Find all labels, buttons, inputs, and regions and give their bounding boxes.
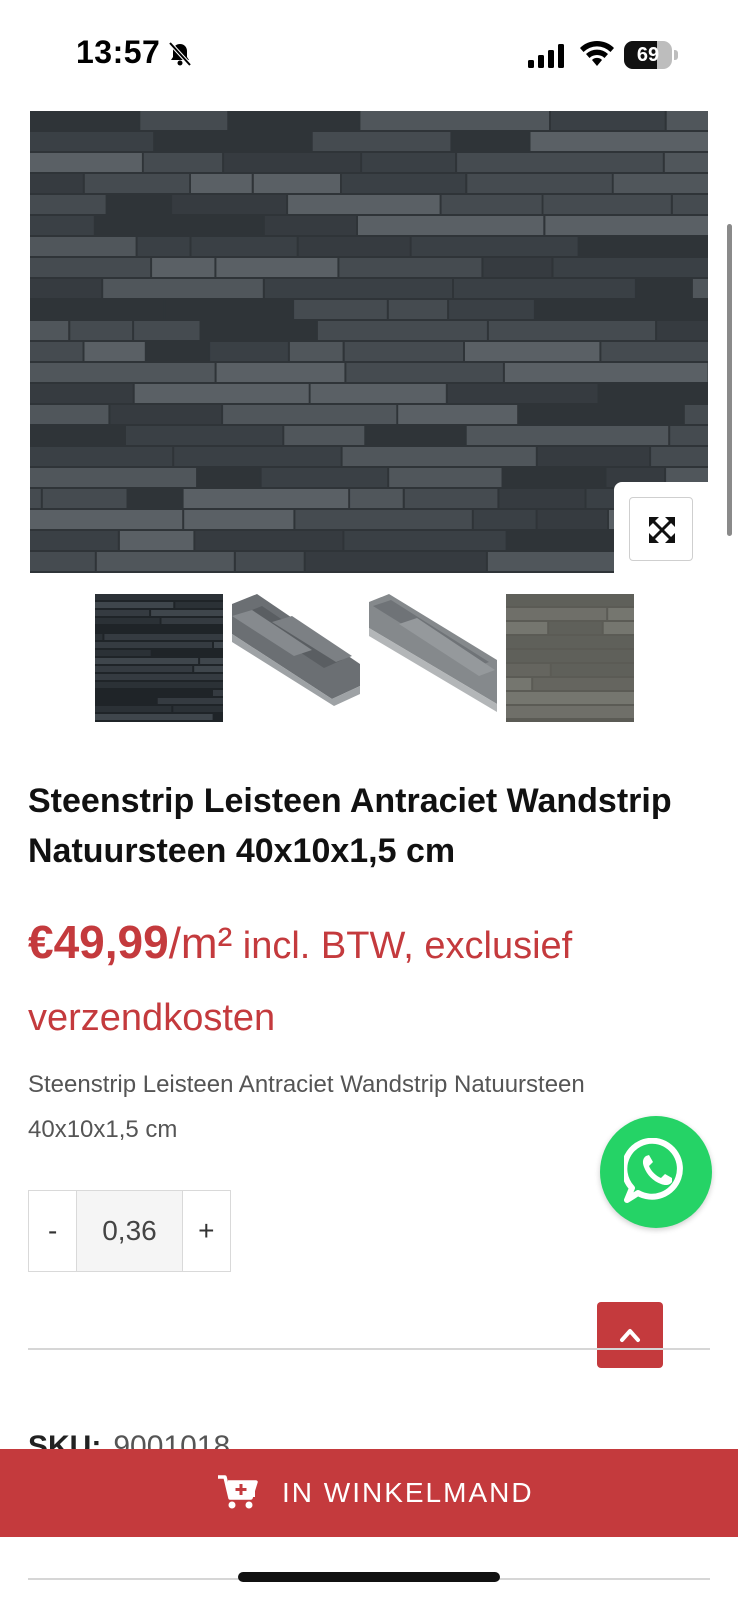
section-divider (28, 1348, 710, 1350)
chevron-up-icon (620, 1329, 640, 1342)
whatsapp-icon (624, 1138, 683, 1203)
price-amount: €49,99 (28, 916, 169, 968)
quantity-stepper: - 0,36 + (28, 1190, 231, 1272)
quantity-increase-button[interactable]: + (182, 1191, 230, 1271)
zoom-button[interactable] (629, 497, 693, 561)
page-scrollbar[interactable] (727, 224, 732, 536)
battery-icon: 69 (624, 41, 678, 69)
quantity-decrease-button[interactable]: - (29, 1191, 77, 1271)
product-price: €49,99/m² incl. BTW, exclusief verzendko… (28, 910, 718, 1058)
thumbnail-3[interactable] (369, 594, 497, 722)
thumbnail-4[interactable] (506, 594, 634, 722)
price-unit: /m² (168, 919, 233, 968)
cellular-signal-icon (528, 44, 564, 68)
home-indicator[interactable] (238, 1572, 500, 1582)
add-to-cart-button[interactable]: IN WINKELMAND (0, 1449, 738, 1537)
battery-percentage: 69 (636, 44, 660, 66)
bell-slash-icon (168, 41, 192, 67)
whatsapp-button[interactable] (600, 1116, 712, 1228)
thumbnail-1[interactable] (95, 594, 223, 722)
status-bar: 13:57 69 (0, 0, 738, 100)
cart-plus-icon (218, 1475, 258, 1509)
product-short-description: Steenstrip Leisteen Antraciet Wandstrip … (28, 1071, 585, 1143)
thumbnail-2[interactable] (232, 594, 360, 722)
product-title: Steenstrip Leisteen Antraciet Wandstrip … (28, 782, 672, 870)
status-time: 13:57 (76, 34, 161, 70)
scroll-to-top-button[interactable] (597, 1302, 663, 1368)
add-to-cart-label: IN WINKELMAND (282, 1477, 534, 1508)
wifi-icon (580, 40, 614, 66)
quantity-input[interactable]: 0,36 (76, 1191, 183, 1271)
expand-icon (649, 517, 675, 543)
product-main-image[interactable] (30, 111, 708, 573)
